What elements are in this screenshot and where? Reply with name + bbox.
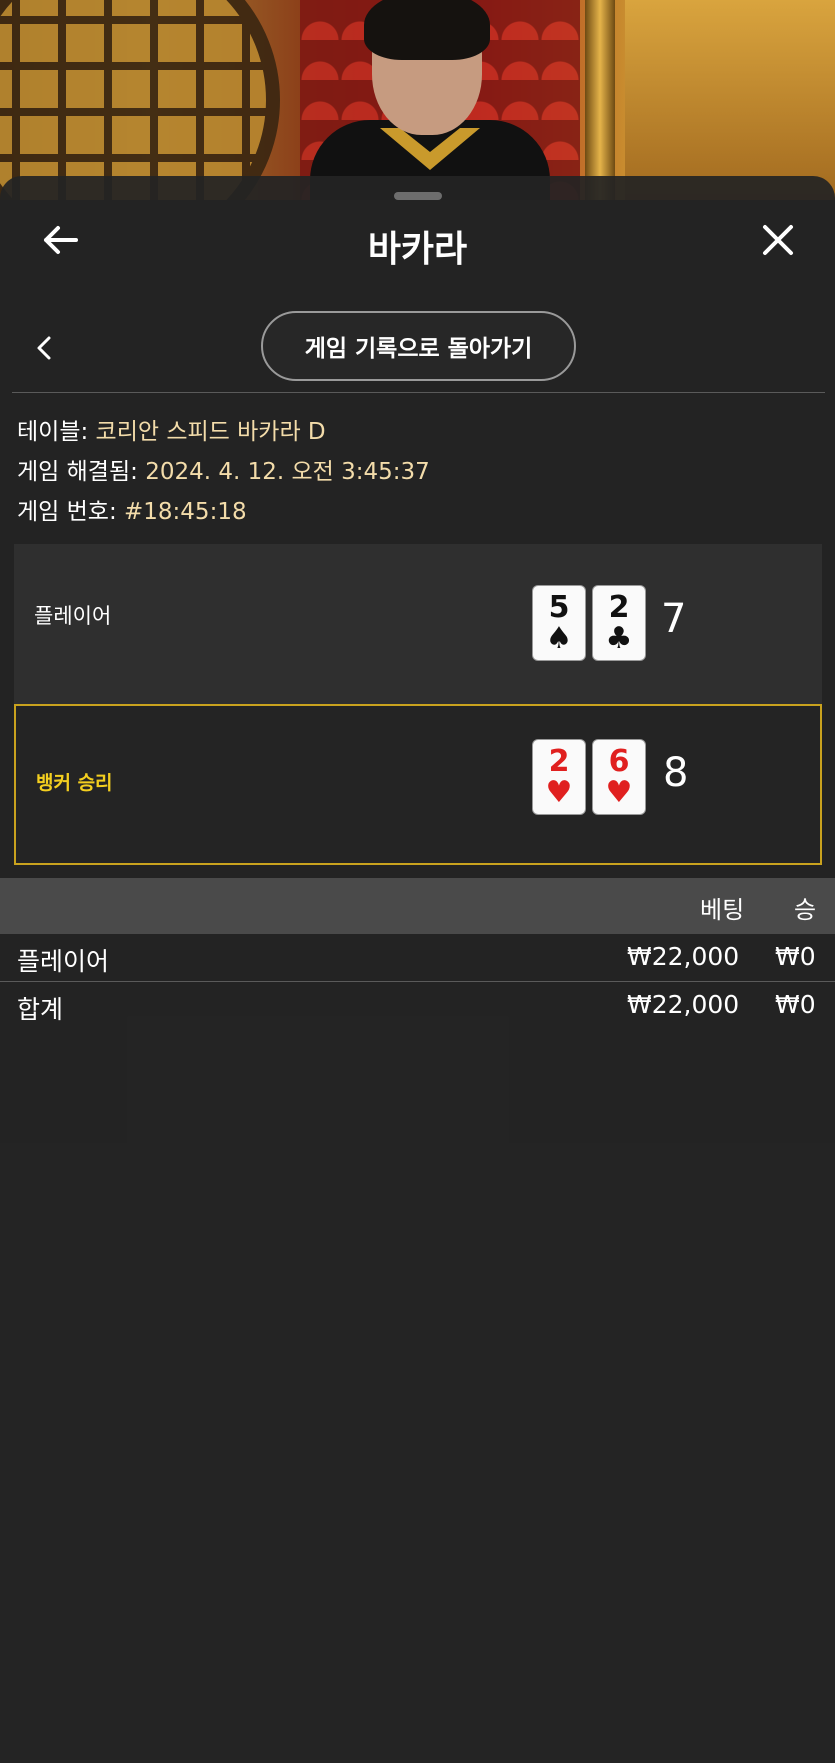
chevron-left-icon	[37, 336, 51, 360]
resolved-value: 2024. 4. 12. 오전 3:45:37	[145, 459, 430, 485]
player-result-label: 플레이어	[34, 604, 112, 628]
resolved-label: 게임 해결됨:	[17, 459, 138, 485]
total-bet-amount: ₩22,000	[627, 990, 740, 1019]
win-amount: ₩0	[775, 942, 816, 971]
game-number-label: 게임 번호:	[17, 499, 117, 525]
divider	[12, 392, 825, 393]
bet-amount: ₩22,000	[627, 942, 740, 971]
bet-column-header: 베팅	[700, 896, 745, 924]
win-column-header: 승	[794, 896, 817, 924]
club-icon: ♣	[605, 621, 633, 656]
player-result-row: 플레이어 5 ♠ 2 ♣ 7	[14, 544, 822, 704]
heart-icon: ♥	[545, 775, 573, 810]
game-number-info: 게임 번호: #18:45:18	[17, 492, 247, 526]
golden-screen-decor	[625, 0, 835, 200]
player-score: 7	[661, 596, 687, 642]
gold-pillar-decor	[585, 0, 615, 200]
close-button[interactable]	[754, 216, 802, 264]
sheet-title: 바카라	[367, 229, 468, 270]
table-value: 코리안 스피드 바카라 D	[95, 419, 326, 445]
table-label: 테이블:	[17, 419, 89, 445]
banker-win-label: 뱅커 승리	[36, 772, 113, 794]
bets-table-header: 베팅 승	[0, 878, 835, 934]
table-info: 테이블: 코리안 스피드 바카라 D	[17, 412, 326, 446]
banker-result-row: 뱅커 승리 2 ♥ 6 ♥ 8	[14, 704, 822, 865]
player-card-1: 5 ♠	[533, 586, 585, 660]
bet-name: 플레이어	[17, 947, 110, 976]
previous-button[interactable]	[26, 328, 62, 368]
dealer-video	[310, 0, 550, 220]
heart-icon: ♥	[605, 775, 633, 810]
back-to-game-history-button[interactable]: 게임 기록으로 돌아가기	[261, 311, 576, 381]
banker-card-1: 2 ♥	[533, 740, 585, 814]
spade-icon: ♠	[545, 621, 573, 656]
total-label: 합계	[17, 995, 64, 1024]
close-icon	[763, 225, 793, 255]
game-number-value: #18:45:18	[124, 499, 247, 525]
sheet-drag-handle[interactable]	[394, 192, 442, 200]
player-card-2: 2 ♣	[593, 586, 645, 660]
resolved-info: 게임 해결됨: 2024. 4. 12. 오전 3:45:37	[17, 452, 430, 486]
table-row: 플레이어 ₩22,000 ₩0	[0, 934, 835, 984]
banker-score: 8	[663, 750, 689, 796]
game-history-sheet: 바카라 게임 기록으로 돌아가기 테이블: 코리안 스피드 바카라 D 게임 해…	[0, 176, 835, 1763]
table-row-total: 합계 ₩22,000 ₩0	[0, 982, 835, 1032]
total-win-amount: ₩0	[775, 990, 816, 1019]
banker-card-2: 6 ♥	[593, 740, 645, 814]
